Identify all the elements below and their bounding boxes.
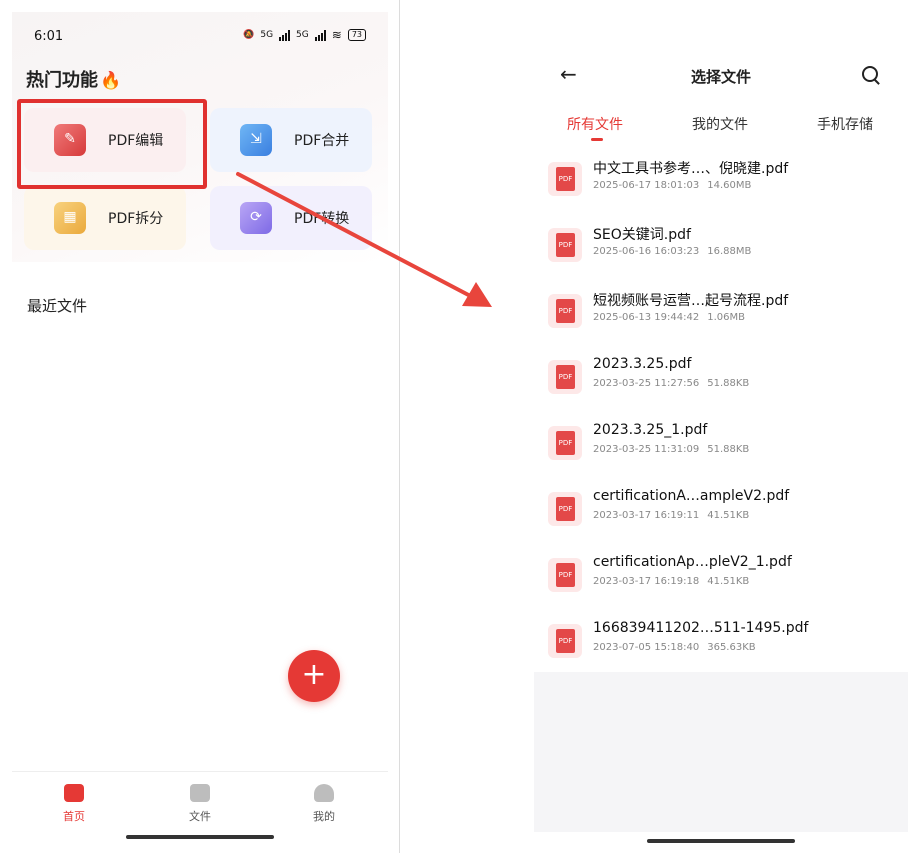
file-size: 51.88KB (707, 378, 750, 389)
page-title: 选择文件 (690, 68, 751, 86)
pdf-file-icon: PDF (548, 624, 582, 658)
file-meta: 2025-06-13 19:44:42 1.06MB (593, 312, 745, 323)
file-meta: 2025-06-16 16:03:23 16.88MB (593, 246, 751, 257)
file-name: 2023.3.25_1.pdf (593, 422, 708, 438)
pdf-file-icon-label: PDF (558, 241, 573, 249)
file-name: 2023.3.25.pdf (593, 356, 692, 372)
file-name: 中文工具书参考…、倪晓建.pdf (593, 161, 789, 177)
file-meta: 2023-03-25 11:27:56 51.88KB (593, 378, 749, 389)
file-row[interactable]: PDF 2023.3.25_1.pdf 2023-03-25 11:31:09 5… (548, 422, 898, 466)
file-size: 51.88KB (707, 444, 750, 455)
file-row[interactable]: PDF SEO关键词.pdf 2025-06-16 16:03:23 16.88M… (548, 224, 898, 268)
home-indicator (647, 839, 795, 843)
file-size: 16.88MB (707, 246, 752, 257)
file-meta: 2023-07-05 15:18:40 365.63KB (593, 642, 756, 653)
file-name: SEO关键词.pdf (593, 227, 691, 243)
empty-area (534, 672, 908, 832)
file-size: 14.60MB (707, 180, 752, 191)
pdf-file-icon-label: PDF (558, 505, 573, 513)
pdf-file-icon: PDF (548, 492, 582, 526)
file-meta: 2023-03-17 16:19:11 41.51KB (593, 510, 749, 521)
file-row[interactable]: PDF 166839411202…511-1495.pdf 2023-07-05… (548, 620, 898, 664)
pdf-file-icon-label: PDF (558, 175, 573, 183)
file-meta: 2025-06-17 18:01:03 14.60MB (593, 180, 751, 191)
file-date: 2025-06-13 19:44:42 (593, 312, 700, 323)
file-name: certificationAp…pleV2_1.pdf (593, 554, 792, 570)
file-size: 1.06MB (707, 312, 745, 323)
active-tab-indicator (591, 138, 603, 141)
file-date: 2023-07-05 15:18:40 (593, 642, 700, 653)
file-meta: 2023-03-17 16:19:18 41.51KB (593, 576, 749, 587)
file-date: 2025-06-17 18:01:03 (593, 180, 700, 191)
tab-my-files[interactable]: 我的文件 (692, 114, 748, 134)
pdf-file-icon-label: PDF (558, 637, 573, 645)
file-name: 短视频账号运营…起号流程.pdf (593, 293, 789, 309)
file-name: 166839411202…511-1495.pdf (593, 620, 809, 636)
pdf-file-icon-label: PDF (558, 373, 573, 381)
pdf-file-icon: PDF (548, 294, 582, 328)
file-row[interactable]: PDF 2023.3.25.pdf 2023-03-25 11:27:56 51.… (548, 356, 898, 400)
file-name: certificationA…ampleV2.pdf (593, 488, 790, 504)
file-size: 41.51KB (707, 576, 750, 587)
pdf-file-icon: PDF (548, 228, 582, 262)
file-date: 2023-03-25 11:31:09 (593, 444, 700, 455)
file-date: 2025-06-16 16:03:23 (593, 246, 700, 257)
file-size: 365.63KB (707, 642, 756, 653)
tab-all-files[interactable]: 所有文件 (567, 114, 623, 134)
pdf-file-icon: PDF (548, 162, 582, 196)
pdf-file-icon-label: PDF (558, 571, 573, 579)
pdf-file-icon: PDF (548, 426, 582, 460)
tab-phone-storage[interactable]: 手机存储 (817, 114, 873, 134)
file-row[interactable]: PDF certificationAp…pleV2_1.pdf 2023-03-… (548, 554, 898, 598)
file-row[interactable]: PDF certificationA…ampleV2.pdf 2023-03-1… (548, 488, 898, 532)
file-row[interactable]: PDF 中文工具书参考…、倪晓建.pdf 2025-06-17 18:01:03… (548, 158, 898, 202)
file-picker-screen: ← 选择文件 所有文件 我的文件 手机存储 PDF 中文工具书参考…、倪晓建.p… (534, 50, 908, 853)
file-meta: 2023-03-25 11:31:09 51.88KB (593, 444, 749, 455)
file-date: 2023-03-25 11:27:56 (593, 378, 700, 389)
file-date: 2023-03-17 16:19:18 (593, 576, 700, 587)
file-size: 41.51KB (707, 510, 750, 521)
file-row[interactable]: PDF 短视频账号运营…起号流程.pdf 2025-06-13 19:44:42… (548, 290, 898, 334)
pdf-file-icon-label: PDF (558, 439, 573, 447)
pdf-file-icon: PDF (548, 558, 582, 592)
file-date: 2023-03-17 16:19:11 (593, 510, 700, 521)
pdf-file-icon: PDF (548, 360, 582, 394)
search-icon[interactable] (862, 66, 878, 82)
pdf-file-icon-label: PDF (558, 307, 573, 315)
